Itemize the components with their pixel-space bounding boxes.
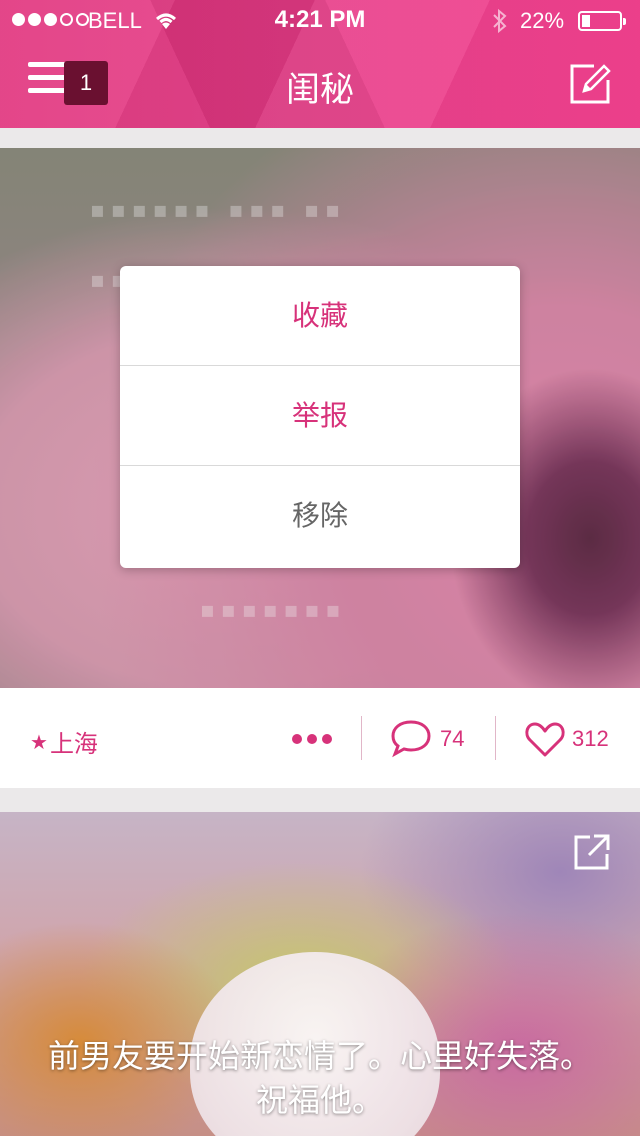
location-tag[interactable]: ★ 上海 bbox=[30, 724, 98, 759]
app-header: BELL 4:21 PM 22% 1 闺秘 bbox=[0, 0, 640, 128]
heart-icon[interactable] bbox=[524, 720, 566, 758]
favorite-option[interactable]: 收藏 bbox=[120, 266, 520, 366]
like-count: 312 bbox=[572, 726, 609, 751]
post-image[interactable]: 前男友要开始新恋情了。心里好失落。祝福他。 bbox=[0, 812, 640, 1136]
divider bbox=[495, 716, 496, 760]
battery-fill bbox=[582, 15, 590, 27]
location-label: 上海 bbox=[49, 730, 98, 758]
divider bbox=[361, 716, 362, 760]
comment-icon[interactable] bbox=[390, 718, 432, 758]
remove-option[interactable]: 移除 bbox=[120, 466, 520, 566]
post-text: 前男友要开始新恋情了。心里好失落。祝福他。 bbox=[47, 1037, 592, 1119]
post-action-bar: ★ 上海 74 312 bbox=[0, 688, 640, 788]
report-option[interactable]: 举报 bbox=[120, 366, 520, 466]
status-bar: BELL 4:21 PM 22% bbox=[0, 0, 640, 40]
star-icon: ★ bbox=[30, 729, 48, 754]
battery-percent: 22% bbox=[520, 8, 565, 33]
share-icon[interactable] bbox=[572, 832, 612, 872]
action-sheet-menu: 收藏 举报 移除 bbox=[120, 266, 520, 568]
battery-icon bbox=[578, 11, 626, 31]
page-title: 闺秘 bbox=[286, 70, 354, 110]
comment-count: 74 bbox=[440, 726, 465, 751]
more-options-icon[interactable] bbox=[292, 734, 332, 744]
bluetooth-icon bbox=[493, 8, 507, 34]
compose-icon[interactable] bbox=[568, 62, 612, 106]
